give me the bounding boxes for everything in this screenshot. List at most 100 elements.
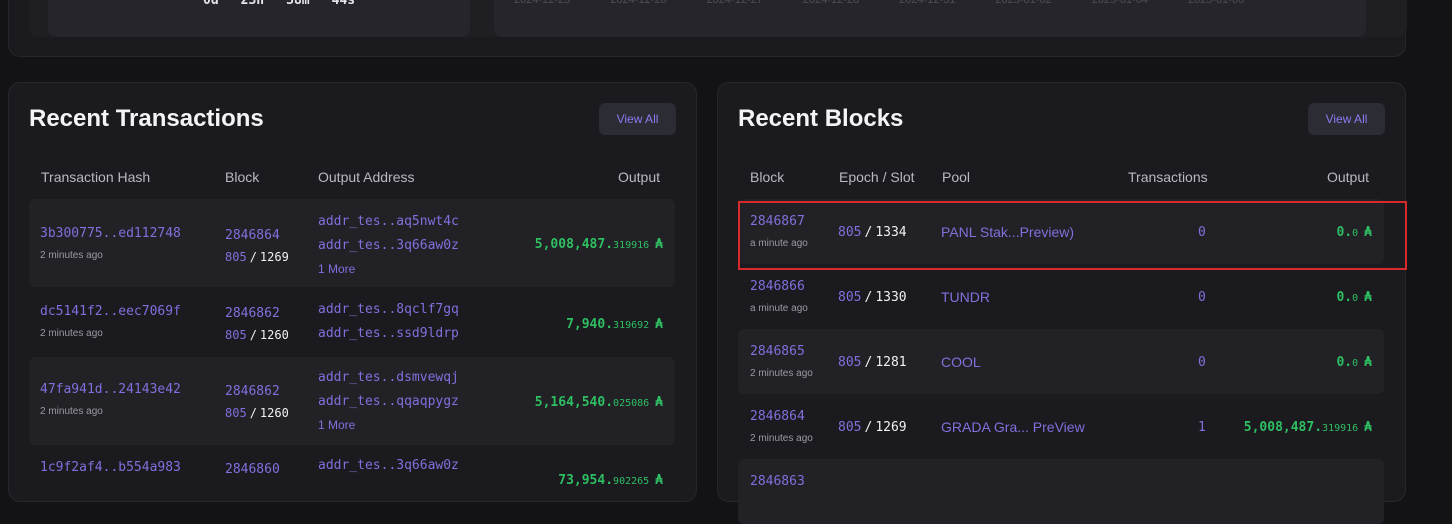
epoch-slot: 805/1260 xyxy=(225,324,289,343)
block-link[interactable]: 2846862 xyxy=(225,306,280,321)
slot-separator: / xyxy=(249,328,257,342)
epoch-slot: 805/1269 xyxy=(225,246,289,265)
output-amount: 5,008,487.319916 ₳ xyxy=(535,233,663,252)
output-address-link[interactable]: addr_tes..3q66aw0z xyxy=(318,238,459,253)
output-decimal: 0 xyxy=(1352,293,1359,304)
transaction-row: dc5141f2..eec7069f 2 minutes ago 2846862… xyxy=(29,287,675,357)
epoch-link[interactable]: 805 xyxy=(225,406,247,420)
slot-separator: / xyxy=(249,250,257,264)
transaction-hash-link[interactable]: dc5141f2..eec7069f xyxy=(40,304,181,319)
block-row: 2846866 a minute ago 805/1330 TUNDR 0 0.… xyxy=(738,264,1384,329)
countdown-seconds: 44s xyxy=(331,0,356,8)
view-all-blocks-button[interactable]: View All xyxy=(1308,103,1385,135)
ada-icon: ₳ xyxy=(1364,290,1372,305)
output-address-link[interactable]: addr_tes..qqaqpygz xyxy=(318,394,459,409)
output-integer: 0. xyxy=(1336,355,1353,370)
view-all-transactions-button[interactable]: View All xyxy=(599,103,676,135)
transaction-hash-link[interactable]: 3b300775..ed112748 xyxy=(40,226,181,241)
block-tx-count: 0 xyxy=(1198,225,1206,240)
slot-number: 1269 xyxy=(259,250,289,264)
epoch-link[interactable]: 805 xyxy=(225,250,247,264)
ada-icon: ₳ xyxy=(655,473,663,488)
block-time: a minute ago xyxy=(750,238,808,249)
epoch-link[interactable]: 805 xyxy=(838,225,861,240)
chart-x-axis: 2024-12-25 2024-12-26 2024-12-27 2024-12… xyxy=(514,0,1244,6)
pool-link[interactable]: COOL xyxy=(941,354,981,370)
output-integer: 5,008,487. xyxy=(534,237,614,252)
ada-icon: ₳ xyxy=(1364,420,1372,435)
column-header-hash: Transaction Hash xyxy=(41,169,151,185)
pool-link[interactable]: TUNDR xyxy=(941,289,990,305)
output-integer: 0. xyxy=(1336,225,1353,240)
epoch-link[interactable]: 805 xyxy=(225,328,247,342)
column-header-block: Block xyxy=(750,169,785,185)
slot-number: 1330 xyxy=(875,290,907,305)
output-integer: 73,954. xyxy=(558,473,614,488)
block-output: 0.0 ₳ xyxy=(1336,351,1372,370)
epoch-countdown-box: 0d 23h 38m 44s xyxy=(48,0,470,37)
block-link[interactable]: 2846863 xyxy=(750,474,805,489)
more-addresses-link[interactable]: 1 More xyxy=(318,418,355,432)
axis-tick: 2024-12-31 xyxy=(899,0,956,6)
output-decimal: 319692 xyxy=(613,320,650,331)
transaction-hash-link[interactable]: 1c9f2af4..b554a983 xyxy=(40,460,181,475)
output-decimal: 319916 xyxy=(1322,423,1359,434)
axis-tick: 2024-12-28 xyxy=(802,0,860,6)
output-address-link[interactable]: addr_tes..8qclf7gq xyxy=(318,302,459,317)
countdown-days: 0d xyxy=(203,0,219,8)
slot-separator: / xyxy=(864,420,873,435)
slot-number: 1260 xyxy=(259,328,289,342)
transaction-hash-link[interactable]: 47fa941d..24143e42 xyxy=(40,382,181,397)
ada-icon: ₳ xyxy=(1364,225,1372,240)
block-link[interactable]: 2846864 xyxy=(750,409,805,424)
epoch-link[interactable]: 805 xyxy=(838,420,861,435)
axis-tick: 2024-12-26 xyxy=(610,0,667,6)
output-amount: 7,940.319692 ₳ xyxy=(566,313,663,332)
column-header-block: Block xyxy=(225,169,260,185)
chart-axis-box: 2024-12-25 2024-12-26 2024-12-27 2024-12… xyxy=(494,0,1366,37)
block-link[interactable]: 2846862 xyxy=(225,384,280,399)
slot-separator: / xyxy=(864,355,873,370)
panel-title: Recent Blocks xyxy=(738,105,904,132)
output-address-link[interactable]: addr_tes..ssd9ldrp xyxy=(318,326,459,341)
block-tx-count: 0 xyxy=(1198,355,1206,370)
pool-link[interactable]: GRADA Gra... PreView xyxy=(941,419,1085,435)
recent-blocks-panel: Recent Blocks View All Block Epoch / Slo… xyxy=(717,82,1406,524)
block-link[interactable]: 2846860 xyxy=(225,462,280,477)
epoch-slot: 805/1260 xyxy=(225,402,289,421)
slot-number: 1269 xyxy=(875,420,907,435)
countdown-hours: 23h xyxy=(240,0,265,8)
block-link[interactable]: 2846867 xyxy=(750,214,805,229)
transaction-row: 47fa941d..24143e42 2 minutes ago 2846862… xyxy=(29,357,675,445)
output-decimal: 319916 xyxy=(613,240,650,251)
output-address-link[interactable]: addr_tes..3q66aw0z xyxy=(318,458,459,473)
output-integer: 5,008,487. xyxy=(1243,420,1323,435)
block-tx-count: 0 xyxy=(1198,290,1206,305)
epoch-link[interactable]: 805 xyxy=(838,355,861,370)
transaction-row: 3b300775..ed112748 2 minutes ago 2846864… xyxy=(29,199,675,287)
output-address-link[interactable]: addr_tes..aq5nwt4c xyxy=(318,214,459,229)
more-addresses-link[interactable]: 1 More xyxy=(318,262,355,276)
countdown-minutes: 38m xyxy=(286,0,310,8)
block-time: 2 minutes ago xyxy=(750,368,813,379)
block-link[interactable]: 2846864 xyxy=(225,228,280,243)
pool-link[interactable]: PANL Stak...Preview) xyxy=(941,224,1074,240)
epoch-link[interactable]: 805 xyxy=(838,290,861,305)
output-address-link[interactable]: addr_tes..dsmvewqj xyxy=(318,370,459,385)
transaction-time: 2 minutes ago xyxy=(40,328,103,339)
output-decimal: 0 xyxy=(1352,358,1359,369)
block-link[interactable]: 2846865 xyxy=(750,344,805,359)
transaction-row: 1c9f2af4..b554a983 2846860 addr_tes..3q6… xyxy=(29,445,675,505)
epoch-countdown: 0d 23h 38m 44s xyxy=(203,0,355,8)
axis-tick: 2025-01-04 xyxy=(1091,0,1148,6)
transaction-time: 2 minutes ago xyxy=(40,406,103,417)
epoch-slot: 805/1281 xyxy=(838,355,907,370)
block-link[interactable]: 2846866 xyxy=(750,279,805,294)
slot-separator: / xyxy=(249,406,257,420)
axis-tick: 2024-12-25 xyxy=(514,0,571,6)
epoch-slot: 805/1330 xyxy=(838,290,907,305)
output-amount: 5,164,540.025086 ₳ xyxy=(535,391,663,410)
column-header-address: Output Address xyxy=(318,169,415,185)
output-decimal: 0 xyxy=(1352,228,1359,239)
block-tx-count: 1 xyxy=(1198,420,1206,435)
